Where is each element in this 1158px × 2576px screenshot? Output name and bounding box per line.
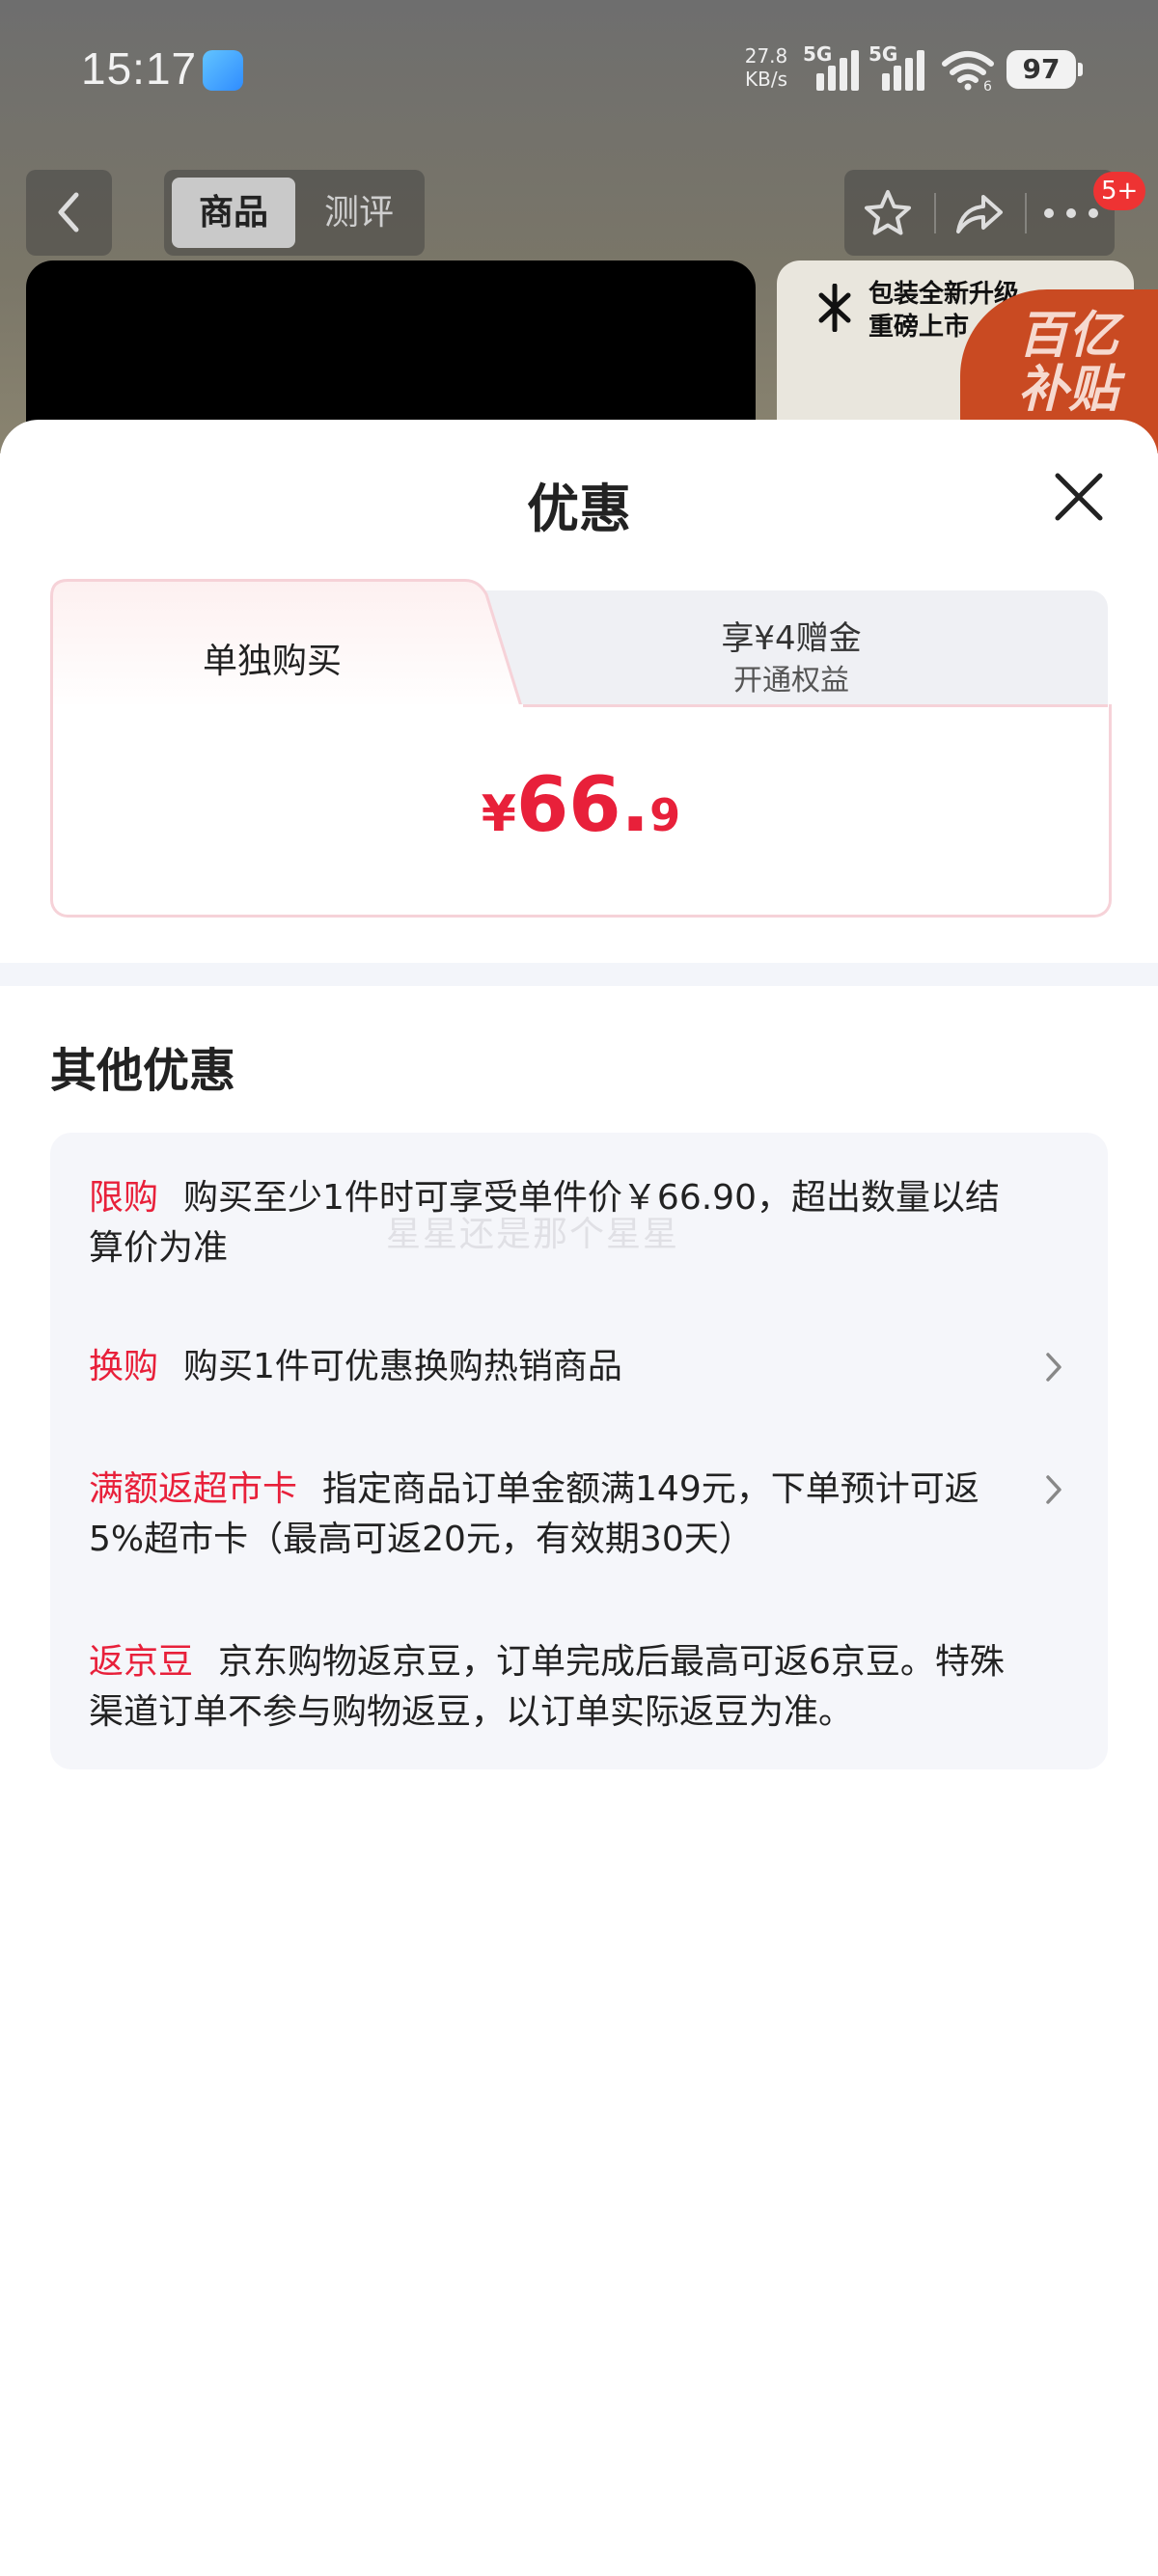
sim2-label: 5G (868, 42, 898, 66)
network-speed: 27.8 KB/s (738, 44, 794, 91)
back-button[interactable] (26, 170, 112, 256)
tab-product[interactable]: 商品 (172, 178, 295, 248)
discount-sheet: 优惠 享¥4赠金 开通权益 单独购买 ¥66.9 其他优惠 限购 购买至少1件时… (0, 420, 1158, 2576)
sheet-title: 优惠 (527, 479, 631, 539)
back-arrow-icon (58, 192, 79, 233)
price-integer: 66. (515, 762, 650, 849)
subsidy-line-1: 百亿 (1018, 307, 1119, 365)
price-display: ¥66.9 (53, 762, 1109, 849)
signal-sim2-icon: 5G (868, 42, 926, 91)
share-icon[interactable] (951, 185, 1006, 241)
list-item-jingdou: 返京豆 京东购物返京豆，订单完成后最高可返6京豆。特殊渠道订单不参与购物返豆，以订… (89, 1637, 1015, 1738)
sim1-label: 5G (803, 42, 833, 66)
tab-member-title: 享¥4赠金 (721, 619, 862, 658)
network-speed-value: 27.8 (744, 44, 788, 68)
product-actions (844, 170, 1115, 256)
wifi-icon: 6 (942, 51, 994, 91)
tab-member-subtitle: 开通权益 (733, 664, 849, 698)
item-tag: 换购 (89, 1347, 159, 1386)
price-currency: ¥ (481, 785, 516, 843)
product-nav-row: 商品 测评 (0, 170, 1158, 257)
item-text: 购买1件可优惠换购热销商品 (183, 1347, 622, 1386)
message-count-badge: 5+ (1093, 172, 1146, 210)
list-item-trade-in[interactable]: 换购 购买1件可优惠换购热销商品 (89, 1342, 1015, 1392)
tab-single-purchase[interactable] (50, 579, 523, 710)
app-notification-icon (203, 50, 243, 91)
status-bar: 15:17 27.8 KB/s 5G 5G 6 97 (0, 0, 1158, 145)
section-divider (0, 963, 1158, 986)
background-product-page: 15:17 27.8 KB/s 5G 5G 6 97 商品 测评 5+ 包装全新… (0, 0, 1158, 453)
list-item-supermarket-card[interactable]: 满额返超市卡 指定商品订单金额满149元，下单预计可返5%超市卡（最高可返20元，… (89, 1465, 1015, 1565)
item-tag: 返京豆 (89, 1642, 194, 1682)
battery-indicator: 97 (1006, 50, 1083, 89)
subsidy-line-2: 补贴 (1018, 361, 1119, 419)
close-icon[interactable] (1052, 470, 1106, 524)
sparkle-icon (818, 284, 851, 332)
tab-review[interactable]: 测评 (301, 178, 417, 248)
item-tag: 限购 (89, 1178, 159, 1218)
chevron-right-icon[interactable] (1044, 1473, 1063, 1506)
watermark-text: 星星还是那个星星 (386, 1215, 680, 1254)
chevron-right-icon[interactable] (1044, 1351, 1063, 1384)
price-panel: ¥66.9 (50, 704, 1112, 918)
other-discounts-title: 其他优惠 (50, 1044, 236, 1098)
status-time: 15:17 (81, 43, 198, 94)
favorite-star-icon[interactable] (860, 185, 916, 241)
item-text: 京东购物返京豆，订单完成后最高可返6京豆。特殊渠道订单不参与购物返豆，以订单实际… (89, 1642, 1005, 1732)
tab-member-benefit[interactable]: 享¥4赠金 开通权益 (475, 590, 1108, 706)
product-tab-switch: 商品 测评 (164, 170, 425, 256)
wifi-label: 6 (983, 79, 992, 91)
signal-sim1-icon: 5G (803, 42, 861, 91)
price-decimal: 9 (649, 789, 681, 841)
item-tag: 满额返超市卡 (89, 1469, 298, 1509)
network-speed-unit: KB/s (745, 68, 787, 91)
